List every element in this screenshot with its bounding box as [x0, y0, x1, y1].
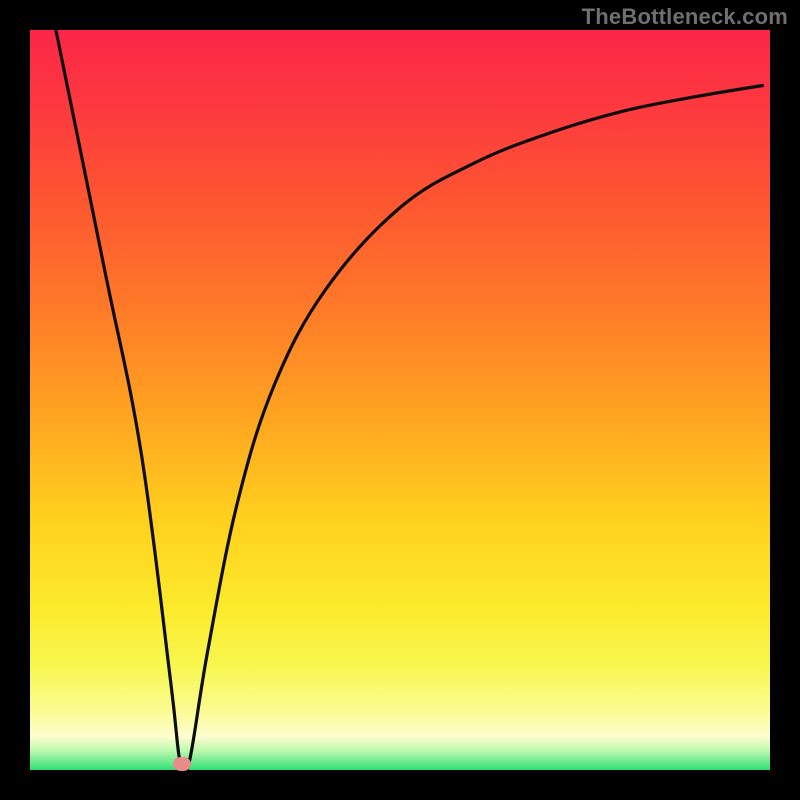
bottleneck-marker	[173, 757, 191, 771]
plot-area	[30, 30, 770, 770]
chart-frame: TheBottleneck.com	[0, 0, 800, 800]
chart-curve	[30, 30, 770, 770]
watermark-label: TheBottleneck.com	[582, 4, 788, 30]
